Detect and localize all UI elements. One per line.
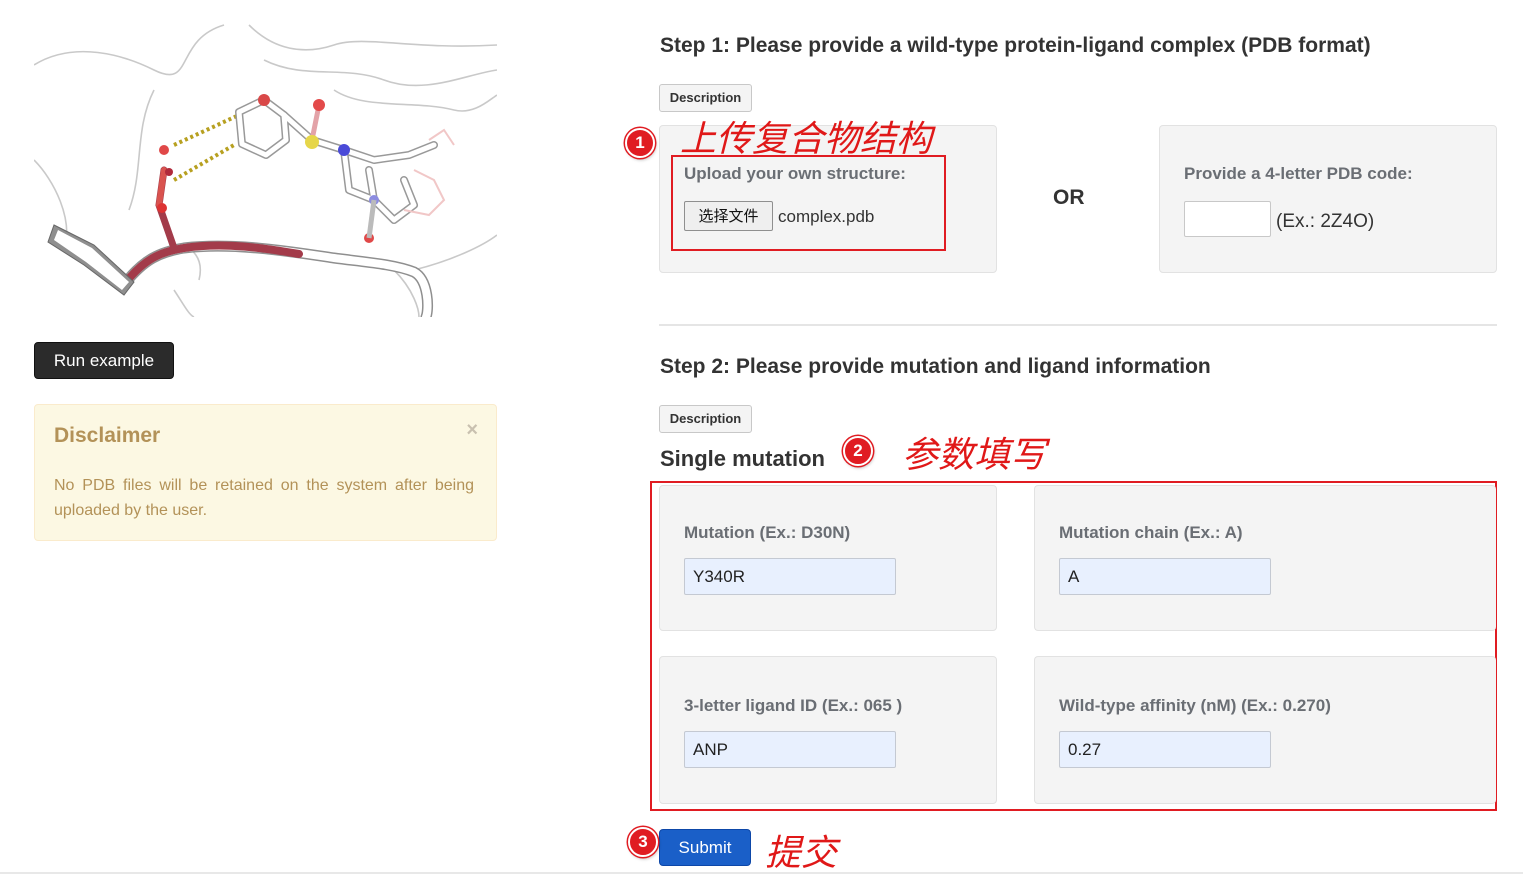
close-icon[interactable]: × [466, 419, 478, 442]
ligand-id-input[interactable]: ANP [684, 731, 896, 768]
mutation-input[interactable]: Y340R [684, 558, 896, 595]
pdb-code-label: Provide a 4-letter PDB code: [1184, 164, 1413, 183]
step-badge-3: 3 [628, 827, 658, 857]
mutation-chain-input[interactable]: A [1059, 558, 1271, 595]
choose-file-button[interactable]: 选择文件 [684, 201, 773, 231]
section-divider [659, 324, 1497, 326]
disclaimer-title: Disclaimer [54, 424, 161, 447]
mutation-label: Mutation (Ex.: D30N) [684, 523, 851, 542]
step-badge-1: 1 [625, 128, 655, 158]
selected-file-name: complex.pdb [778, 207, 875, 226]
upload-label: Upload your own structure: [684, 164, 906, 183]
pdb-code-input[interactable] [1184, 201, 1271, 237]
disclaimer-text: No PDB files will be retained on the sys… [54, 477, 474, 519]
affinity-label: Wild-type affinity (nM) (Ex.: 0.270) [1059, 696, 1331, 715]
ligand-id-panel [659, 656, 997, 804]
run-example-button[interactable]: Run example [34, 342, 174, 379]
ligand-structure-figure [34, 20, 497, 317]
step2-description-button[interactable]: Description [659, 405, 752, 433]
annotation-upload-structure: 上传复合物结构 [680, 119, 933, 160]
annotation-fill-parameters: 参数填写 [902, 435, 1047, 476]
pdb-code-example: (Ex.: 2Z4O) [1276, 211, 1375, 232]
step1-title: Step 1: Please provide a wild-type prote… [660, 34, 1371, 57]
pdb-code-panel [1159, 125, 1497, 273]
submit-button[interactable]: Submit [659, 829, 751, 866]
step2-title: Step 2: Please provide mutation and liga… [660, 355, 1211, 378]
mutation-chain-label: Mutation chain (Ex.: A) [1059, 523, 1243, 542]
step1-description-button[interactable]: Description [659, 84, 752, 112]
affinity-input[interactable]: 0.27 [1059, 731, 1271, 768]
disclaimer-alert: Disclaimer × No PDB files will be retain… [34, 404, 497, 541]
step-badge-2: 2 [843, 436, 873, 466]
affinity-panel [1034, 656, 1496, 804]
ligand-id-label: 3-letter ligand ID (Ex.: 065 ) [684, 696, 903, 715]
annotation-submit: 提交 [765, 833, 838, 874]
or-separator: OR [1053, 186, 1085, 209]
single-mutation-heading: Single mutation [660, 446, 825, 471]
